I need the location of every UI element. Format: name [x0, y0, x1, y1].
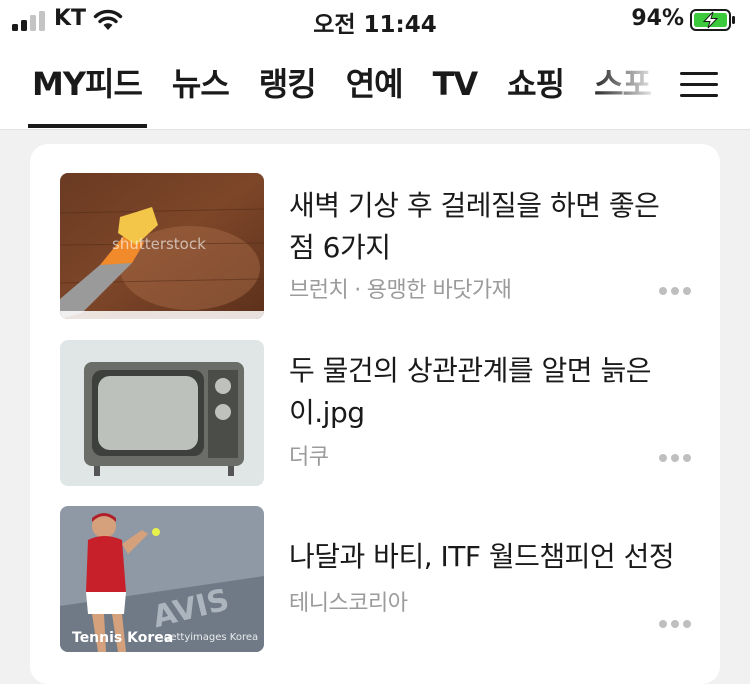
article-source: 더쿠 [289, 439, 329, 471]
article-thumbnail[interactable]: shutterstock [60, 173, 264, 319]
thumbnail-watermark: shutterstock [112, 235, 206, 253]
tab-list: MY피드 뉴스 랭킹 연예 TV 쇼핑 스포 [32, 62, 681, 106]
more-options-icon[interactable] [657, 285, 693, 297]
tab-scroll-fade [590, 44, 660, 129]
source-name: 더쿠 [289, 445, 329, 470]
hamburger-menu-icon[interactable] [678, 68, 720, 100]
category-tab-bar: MY피드 뉴스 랭킹 연예 TV 쇼핑 스포 [0, 44, 750, 130]
active-tab-indicator [28, 124, 147, 128]
tab-shopping[interactable]: 쇼핑 [507, 62, 565, 106]
tab-my-feed[interactable]: MY피드 [32, 62, 143, 106]
tab-tv[interactable]: TV [433, 62, 479, 106]
thumbnail-tennis-player-image: AVIS Tennis Korea gettyimages Korea [60, 506, 264, 652]
tab-ranking[interactable]: 랭킹 [259, 62, 317, 106]
article-title[interactable]: 나달과 바티, ITF 월드챔피언 선정 [289, 536, 689, 578]
more-options-icon[interactable] [657, 452, 693, 464]
feed-item[interactable]: shutterstock 새벽 기상 후 걸레질을 하면 좋은 점 6가지 브런… [60, 173, 700, 319]
feed-item[interactable]: 두 물건의 상관관계를 알면 늙은이.jpg 더쿠 [60, 340, 700, 486]
article-title[interactable]: 새벽 기상 후 걸레질을 하면 좋은 점 6가지 [289, 185, 689, 269]
source-name: 테니스코리아 [289, 591, 408, 616]
battery-charging-icon [690, 9, 735, 31]
article-thumbnail[interactable]: AVIS Tennis Korea gettyimages Korea [60, 506, 264, 652]
article-title[interactable]: 두 물건의 상관관계를 알면 늙은이.jpg [289, 350, 689, 434]
more-options-icon[interactable] [657, 618, 693, 630]
separator-dot: · [354, 278, 361, 303]
article-source: 테니스코리아 [289, 585, 408, 617]
thumbnail-cleaning-image: shutterstock [60, 173, 264, 319]
feed-item[interactable]: AVIS Tennis Korea gettyimages Korea 나달과 … [60, 506, 700, 652]
battery-percentage: 94% [631, 6, 684, 31]
thumbnail-old-tv-image [60, 340, 264, 486]
article-source: 브런치 · 용맹한 바닷가재 [289, 272, 512, 304]
thumbnail-watermark: Tennis Korea [72, 630, 173, 646]
feed-card: shutterstock 새벽 기상 후 걸레질을 하면 좋은 점 6가지 브런… [30, 144, 720, 684]
article-thumbnail[interactable] [60, 340, 264, 486]
source-name: 브런치 [289, 278, 349, 303]
tab-news[interactable]: 뉴스 [172, 62, 230, 106]
author-name: 용맹한 바닷가재 [366, 278, 512, 303]
thumbnail-credit: gettyimages Korea [164, 632, 258, 643]
tab-entertainment[interactable]: 연예 [346, 62, 404, 106]
status-bar: KT 오전 11:44 94% [0, 0, 750, 44]
